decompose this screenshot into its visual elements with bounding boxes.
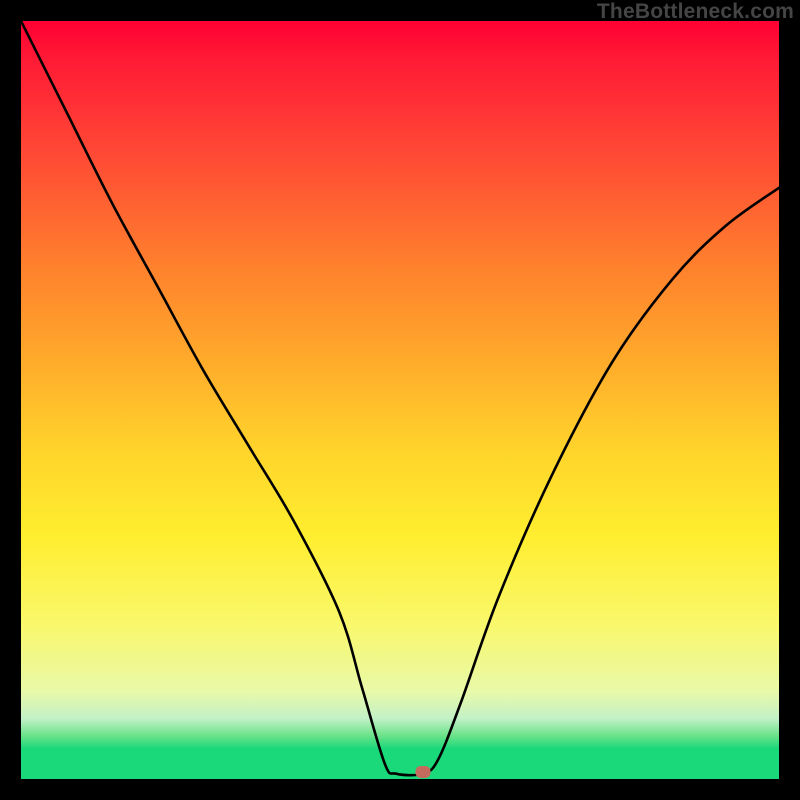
optimal-point-marker bbox=[415, 766, 430, 778]
plot-area bbox=[21, 21, 779, 779]
chart-frame: TheBottleneck.com bbox=[0, 0, 800, 800]
bottleneck-curve bbox=[21, 21, 779, 779]
watermark-text: TheBottleneck.com bbox=[597, 0, 794, 24]
